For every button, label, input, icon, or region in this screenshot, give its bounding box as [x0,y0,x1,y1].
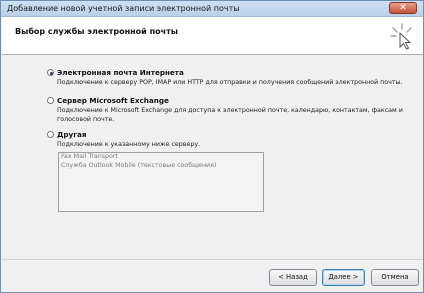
cancel-button[interactable]: Отмена [371,269,419,286]
radio-exchange[interactable] [47,97,54,104]
wizard-cursor-icon [390,23,412,50]
next-button[interactable]: Далее > [322,269,365,286]
page-title: Выбор службы электронной почты [15,27,178,36]
radio-other[interactable] [47,131,54,138]
add-account-dialog: Добавление новой учетной записи электрон… [0,0,424,293]
option-label: Электронная почта Интернета [57,68,184,77]
other-server-list[interactable]: Fax Mail Transport Служба Outlook Mobile… [58,152,264,212]
back-button[interactable]: < Назад [269,269,317,286]
radio-internet-email[interactable] [47,69,54,76]
option-description: Подключение к серверу POP, IMAP или HTTP… [57,79,403,86]
option-description: Подключение к Microsoft Exchange для дос… [57,107,403,123]
option-description: Подключение к указанному ниже серверу. [57,141,201,148]
list-item[interactable]: Fax Mail Transport [59,153,263,162]
list-item[interactable]: Служба Outlook Mobile (текстовые сообщен… [59,162,263,171]
close-icon: ✕ [399,3,407,13]
title-bar: Добавление новой учетной записи электрон… [1,1,423,17]
wizard-header: Выбор службы электронной почты [2,17,423,55]
footer-divider [2,259,423,260]
close-button[interactable]: ✕ [389,2,417,14]
option-label: Другая [57,130,87,139]
window-title: Добавление новой учетной записи электрон… [7,4,240,13]
option-label: Сервер Microsoft Exchange [57,96,169,105]
